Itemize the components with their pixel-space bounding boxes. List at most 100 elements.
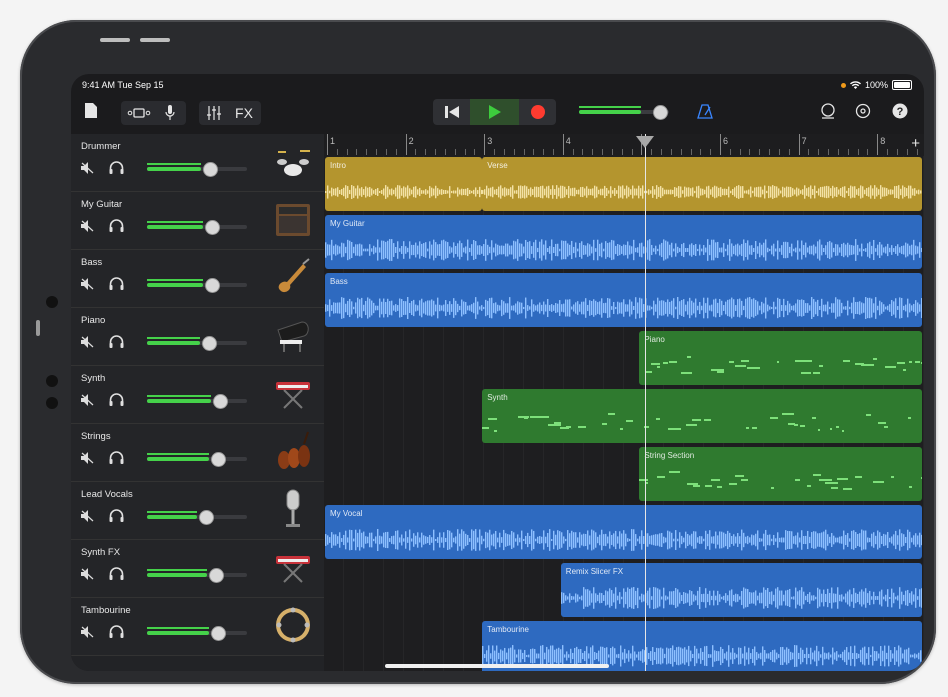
waveform-sample xyxy=(543,244,545,256)
help-button[interactable]: ? xyxy=(892,103,908,119)
waveform-sample xyxy=(630,653,632,659)
track-volume-slider[interactable] xyxy=(147,220,247,235)
track-volume-slider[interactable] xyxy=(147,626,247,641)
solo-button[interactable] xyxy=(109,625,124,641)
region[interactable]: Bass xyxy=(325,273,923,327)
waveform-sample xyxy=(347,537,349,543)
track-header[interactable]: Tambourine xyxy=(71,598,324,656)
waveform-sample xyxy=(618,185,620,199)
waveform-sample xyxy=(775,538,777,542)
track-instrument-icon[interactable] xyxy=(272,604,314,646)
solo-button[interactable] xyxy=(109,219,124,235)
browser-button[interactable] xyxy=(121,108,156,118)
track-instrument-icon[interactable] xyxy=(272,140,314,182)
solo-button[interactable] xyxy=(109,451,124,467)
track-volume-slider[interactable] xyxy=(147,394,247,409)
region[interactable]: Verse xyxy=(482,157,923,211)
add-section-button[interactable]: + xyxy=(911,135,920,152)
track-volume-knob[interactable] xyxy=(202,336,217,351)
master-volume-slider[interactable] xyxy=(579,105,669,120)
region[interactable]: Intro xyxy=(325,157,483,211)
waveform-sample xyxy=(627,538,629,542)
waveform-sample xyxy=(824,593,827,603)
metronome-button[interactable] xyxy=(697,104,713,119)
track-volume-slider[interactable] xyxy=(147,336,247,351)
track-volume-knob[interactable] xyxy=(209,568,224,583)
mute-button[interactable] xyxy=(81,278,94,293)
region[interactable]: Remix Slicer FX xyxy=(560,563,923,617)
fx-button[interactable]: FX xyxy=(229,105,259,121)
track-volume-slider[interactable] xyxy=(147,452,247,467)
solo-button[interactable] xyxy=(109,393,124,409)
waveform-sample xyxy=(895,530,897,550)
track-header[interactable]: Drummer xyxy=(71,134,324,192)
mute-button[interactable] xyxy=(81,220,94,235)
solo-button[interactable] xyxy=(109,335,124,351)
track-header[interactable]: Lead Vocals xyxy=(71,482,324,540)
track-instrument-icon[interactable] xyxy=(272,256,314,298)
input-button[interactable] xyxy=(156,105,184,121)
mute-button[interactable] xyxy=(81,510,94,525)
track-lanes[interactable]: Intro Verse My Guitar Bass Piano Synth String … xyxy=(324,156,924,671)
track-instrument-icon[interactable] xyxy=(272,372,314,414)
track-volume-knob[interactable] xyxy=(199,510,214,525)
solo-button[interactable] xyxy=(109,509,124,525)
region[interactable]: Synth xyxy=(482,389,923,443)
track-volume-knob[interactable] xyxy=(213,394,228,409)
mute-button[interactable] xyxy=(81,336,94,351)
track-header[interactable]: Bass xyxy=(71,250,324,308)
track-header[interactable]: Synth xyxy=(71,366,324,424)
track-volume-knob[interactable] xyxy=(211,626,226,641)
track-volume-slider[interactable] xyxy=(147,278,247,293)
home-indicator[interactable] xyxy=(385,664,609,668)
waveform-sample xyxy=(429,241,431,259)
region[interactable]: My Vocal xyxy=(325,505,923,559)
track-volume-slider[interactable] xyxy=(147,162,247,177)
track-volume-slider[interactable] xyxy=(147,568,247,583)
track-volume-slider[interactable] xyxy=(147,510,247,525)
mute-button[interactable] xyxy=(81,394,94,409)
track-volume-knob[interactable] xyxy=(205,220,220,235)
region[interactable]: My Guitar xyxy=(325,215,923,269)
waveform-sample xyxy=(793,305,795,311)
mute-button[interactable] xyxy=(81,162,94,177)
track-instrument-icon[interactable] xyxy=(272,430,314,472)
waveform-sample xyxy=(413,244,415,256)
play-button[interactable] xyxy=(470,99,519,125)
my-songs-button[interactable] xyxy=(85,103,97,118)
solo-button[interactable] xyxy=(109,161,124,177)
master-volume-knob[interactable] xyxy=(653,105,668,120)
waveform-sample xyxy=(542,185,544,199)
mute-button[interactable] xyxy=(81,568,94,583)
track-instrument-icon[interactable] xyxy=(272,314,314,356)
mute-button[interactable] xyxy=(81,452,94,467)
settings-button[interactable] xyxy=(855,103,871,119)
region[interactable]: String Section xyxy=(639,447,923,501)
playhead-handle[interactable] xyxy=(636,136,655,148)
waveform-sample xyxy=(347,239,349,261)
waveform-sample xyxy=(767,534,769,546)
waveform-sample xyxy=(677,538,679,542)
solo-button[interactable] xyxy=(109,277,124,293)
track-instrument-icon[interactable] xyxy=(272,198,314,240)
playhead[interactable] xyxy=(645,134,647,671)
record-button[interactable] xyxy=(519,99,556,125)
mute-button[interactable] xyxy=(81,626,94,641)
track-header[interactable]: Synth FX xyxy=(71,540,324,598)
mixer-button[interactable] xyxy=(199,106,229,120)
timeline-ruler[interactable]: 1 2 3 4 5 6 7 8 + xyxy=(324,134,924,157)
region[interactable]: Piano xyxy=(639,331,923,385)
track-header[interactable]: Strings xyxy=(71,424,324,482)
go-to-beginning-button[interactable] xyxy=(433,99,470,125)
waveform-sample xyxy=(599,534,601,546)
track-instrument-icon[interactable] xyxy=(272,546,314,588)
waveform-sample xyxy=(588,590,591,606)
track-volume-knob[interactable] xyxy=(205,278,220,293)
track-instrument-icon[interactable] xyxy=(272,488,314,530)
track-header[interactable]: My Guitar xyxy=(71,192,324,250)
loop-browser-button[interactable] xyxy=(820,103,836,119)
solo-button[interactable] xyxy=(109,567,124,583)
track-header[interactable]: Piano xyxy=(71,308,324,366)
track-volume-knob[interactable] xyxy=(211,452,226,467)
track-volume-knob[interactable] xyxy=(203,162,218,177)
